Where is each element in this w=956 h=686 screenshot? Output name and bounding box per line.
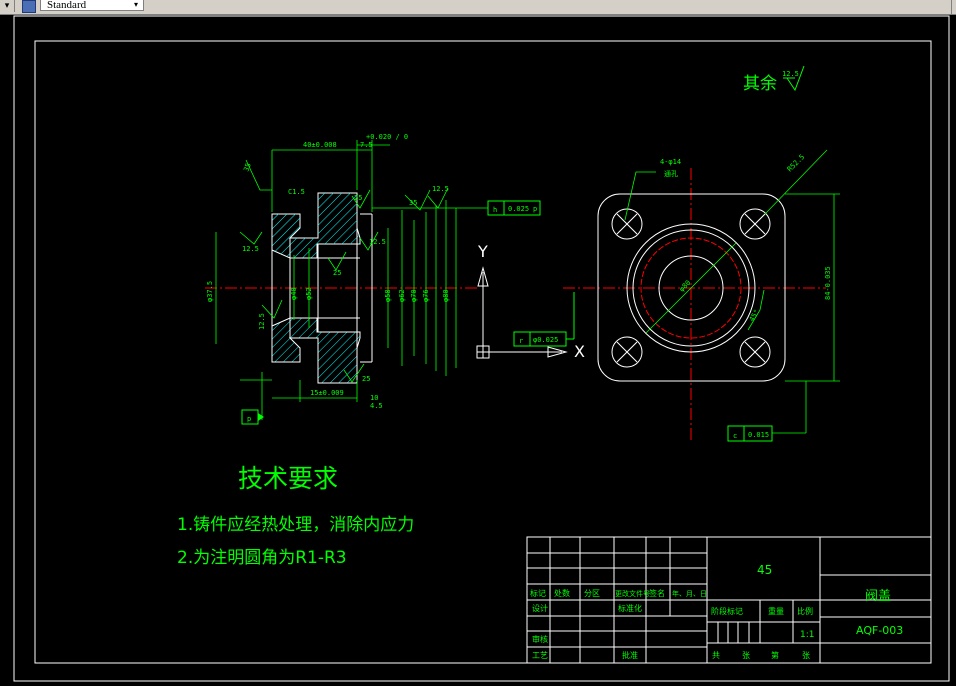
surface-finish-note: 其余 12.5 <box>743 65 805 94</box>
dim-dia-4: φ62 <box>398 289 406 302</box>
svg-text:c: c <box>733 432 737 440</box>
angle-note: 45° <box>748 308 761 323</box>
svg-text:工艺: 工艺 <box>532 651 548 660</box>
dim-dia-7: φ80 <box>442 289 450 302</box>
tech-req-title: 技术要求 <box>238 464 338 493</box>
scale-value: 1:1 <box>800 630 814 640</box>
finish-1: 12.5 <box>242 245 259 253</box>
dim-top-tol: +0.020 / 0 <box>366 133 408 141</box>
part-name: 阀盖 <box>865 589 891 604</box>
svg-text:p: p <box>247 415 251 423</box>
front-view: 4-φ14 通孔 R52.5 φ80 45° 84-0.035 c 0.015 <box>563 149 840 442</box>
axis-y-label: Y <box>477 242 488 261</box>
svg-text:h: h <box>493 206 497 214</box>
svg-text:标准化: 标准化 <box>618 603 642 613</box>
dim-dia-left: φ37.5 <box>206 281 214 302</box>
tech-req-item1: 1.铸件应经热处理，消除内应力 <box>177 515 414 535</box>
svg-text:共: 共 <box>712 651 720 660</box>
svg-text:0.015: 0.015 <box>748 431 769 439</box>
radius-note: R52.5 <box>786 153 807 174</box>
side-dim: 84-0.035 <box>824 266 832 300</box>
svg-text:重量: 重量 <box>768 606 784 616</box>
tech-req-item2: 2.为注明圆角为R1-R3 <box>177 548 347 568</box>
surface-finish-value: 12.5 <box>782 70 799 78</box>
svg-text:张: 张 <box>742 651 750 660</box>
svg-text:处数: 处数 <box>554 588 570 598</box>
svg-text:比例: 比例 <box>797 606 813 616</box>
dim-dia-1: φ40 <box>290 287 298 300</box>
tolerance-frame-c: c 0.015 <box>727 425 773 442</box>
svg-text:审核: 审核 <box>532 634 548 644</box>
finish-4: 25 <box>354 194 362 202</box>
drawing-number: AQF-003 <box>856 624 903 637</box>
dim-top-1: 40±0.008 <box>303 141 337 149</box>
finish-7: 12.5 <box>258 313 266 330</box>
dim-bottom-1: 15±0.009 <box>310 389 344 397</box>
hole-note-2: 通孔 <box>664 169 678 178</box>
finish-3: 12.5 <box>432 185 449 193</box>
tolerance-frame-r: r φ0.025 <box>513 292 575 347</box>
dim-dia-3: φ58 <box>384 289 392 302</box>
drawing-canvas[interactable]: 其余 12.5 40±0.008 7.5 +0.020 / 0 C1.5 35 … <box>0 0 956 686</box>
svg-text:批准: 批准 <box>622 650 638 660</box>
svg-text:φ0.025: φ0.025 <box>533 336 558 344</box>
svg-text:更改文件号: 更改文件号 <box>615 589 650 598</box>
svg-text:0.025: 0.025 <box>508 205 529 213</box>
svg-text:签名: 签名 <box>649 588 665 598</box>
dim-chamfer: C1.5 <box>288 188 305 196</box>
dim-dia-6: φ76 <box>422 289 430 302</box>
svg-text:设计: 设计 <box>532 603 548 613</box>
svg-text:第: 第 <box>771 650 779 660</box>
surface-finish-label: 其余 <box>743 74 777 94</box>
svg-text:张: 张 <box>802 651 810 660</box>
dim-dia-5: φ70 <box>410 289 418 302</box>
dim-top-2: 7.5 <box>360 141 373 149</box>
finish-5: 25 <box>333 269 341 277</box>
hole-note-1: 4-φ14 <box>660 158 681 166</box>
dim-bottom-3: 4.5 <box>370 402 383 410</box>
svg-text:阶段标记: 阶段标记 <box>711 606 743 616</box>
svg-text:年、月、日: 年、月、日 <box>672 589 707 598</box>
svg-text:p: p <box>533 205 537 213</box>
tolerance-frame-h: h 0.025 p <box>487 200 541 216</box>
datum-p-box: p <box>241 409 264 425</box>
svg-text:r: r <box>519 337 523 345</box>
dim-dia-2: φ52 <box>305 287 313 300</box>
dim-bottom-2: 10 <box>370 394 378 402</box>
axis-x-label: X <box>574 342 585 361</box>
dim-angle: 35 <box>409 199 417 207</box>
material-value: 45 <box>757 563 772 577</box>
outer-border <box>13 15 950 682</box>
svg-text:分区: 分区 <box>584 589 600 598</box>
center-dia: φ80 <box>678 279 693 294</box>
title-block-labels: 标记 处数 分区 更改文件号 签名 年、月、日 设计 标准化 审核 工艺 批准 … <box>530 588 813 660</box>
finish-6: 25 <box>362 375 370 383</box>
svg-text:标记: 标记 <box>530 588 546 598</box>
finish-2: 12.5 <box>369 238 386 246</box>
section-view: 40±0.008 7.5 +0.020 / 0 C1.5 35 35 12.5 … <box>205 133 541 425</box>
section-outline-lower <box>271 317 361 384</box>
